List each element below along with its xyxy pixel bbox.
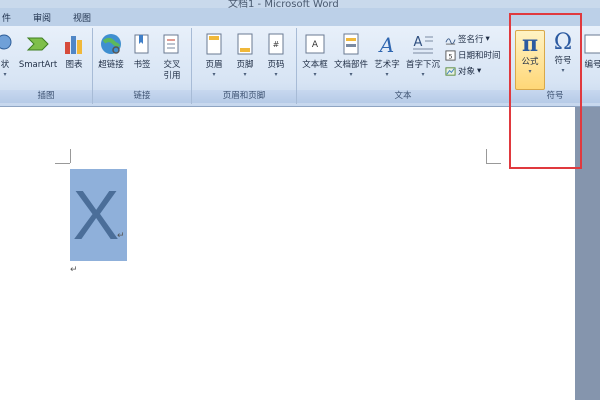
svg-text:A: A [378,33,394,56]
group-label-illustrations: 插图 [0,90,92,103]
hyperlink-icon [101,34,121,54]
footer-icon [237,33,253,55]
cross-reference-icon [163,34,179,54]
hyperlink-button[interactable]: 超链接 [96,32,126,71]
dropcap-button[interactable]: A 首字下沉 ▾ [404,32,442,79]
page-number-label: 页码 [267,60,285,70]
object-icon [445,66,456,76]
signature-line-button[interactable]: 签名行 ▾ [445,33,490,45]
svg-text:A: A [414,35,423,50]
selected-text[interactable]: X [68,173,124,257]
smartart-label: SmartArt [18,60,58,70]
tab-review[interactable]: 审阅 [33,11,51,24]
wordart-button[interactable]: A 艺术字 ▾ [372,32,402,79]
object-button[interactable]: 对象 ▾ [445,65,481,77]
paragraph-mark-2: ↵ [70,265,78,275]
numbering-button[interactable]: 编号 [582,32,600,71]
tab-file[interactable]: 件 [2,11,11,24]
numbering-icon [584,34,600,54]
cross-reference-button[interactable]: 交叉 引用 [157,32,187,82]
page-number-button[interactable]: # 页码 ▾ [262,32,290,79]
header-label: 页眉 [205,60,223,70]
bookmark-button[interactable]: 书签 [130,32,154,71]
signature-icon [445,37,456,45]
cross-reference-label-2: 引用 [163,71,181,81]
tab-view[interactable]: 视图 [73,11,91,24]
footer-button[interactable]: 页脚 ▾ [231,32,259,79]
margin-marker-right [486,149,487,163]
quickparts-label: 文档部件 [333,60,368,70]
group-links: 超链接 书签 交叉 引用 链接 [93,28,192,104]
shapes-button[interactable]: 状 ▾ [0,32,14,79]
bookmark-icon [134,34,149,54]
group-illustrations: 状 ▾ SmartArt 图表 插图 [0,28,93,104]
bookmark-label: 书签 [133,60,151,70]
svg-text:5: 5 [448,52,452,60]
group-label-links: 链接 [93,90,191,103]
chart-icon [65,36,82,54]
numbering-label: 编号 [584,60,600,70]
smartart-icon [26,37,49,51]
window-title: 文档1 - Microsoft Word [228,0,339,8]
textbox-label: 文本框 [302,60,328,70]
margin-marker-left-h [55,163,70,164]
cross-reference-label-1: 交叉 [163,60,181,70]
footer-label: 页脚 [236,60,254,70]
group-header-footer: 页眉 ▾ 页脚 ▾ # 页码 ▾ 页眉和页脚 [192,28,297,104]
page-number-icon: # [268,33,284,55]
header-button[interactable]: 页眉 ▾ [200,32,228,79]
group-label-text: 文本 [297,90,509,103]
textbox-icon: A [305,34,325,54]
header-icon [206,33,222,55]
wordart-label: 艺术字 [374,60,400,70]
dropcap-icon: A [413,35,433,54]
smartart-button[interactable]: SmartArt [16,32,60,71]
quickparts-icon [343,33,359,55]
document-page[interactable]: X ↵ ↵ [0,107,575,400]
group-text: A 文本框 ▾ 文档部件 ▾ A 艺术字 ▾ A 首字下沉 ▾ 签名行 ▾ 5 日… [297,28,510,104]
shapes-label: 状 [0,60,10,70]
hyperlink-label: 超链接 [98,60,124,70]
margin-marker-right-h [486,163,501,164]
wordart-icon: A [378,33,394,56]
signature-line-label: 签名行 [458,35,484,45]
chart-button[interactable]: 图表 [61,32,87,71]
quickparts-button[interactable]: 文档部件 ▾ [332,32,370,79]
datetime-icon: 5 [445,49,456,61]
object-label: 对象 [458,67,476,77]
title-bar: 文档1 - Microsoft Word [0,0,600,8]
svg-text:#: # [273,40,280,49]
dropcap-label: 首字下沉 [405,60,440,70]
textbox-button[interactable]: A 文本框 ▾ [300,32,330,79]
datetime-label: 日期和时间 [458,51,501,61]
paragraph-mark-1: ↵ [117,231,125,241]
group-label-header-footer: 页眉和页脚 [192,90,296,103]
svg-text:A: A [312,40,319,50]
margin-marker-left [70,149,71,163]
chart-label: 图表 [65,60,83,70]
annotation-highlight-box [509,13,582,169]
datetime-button[interactable]: 5 日期和时间 [445,49,501,61]
